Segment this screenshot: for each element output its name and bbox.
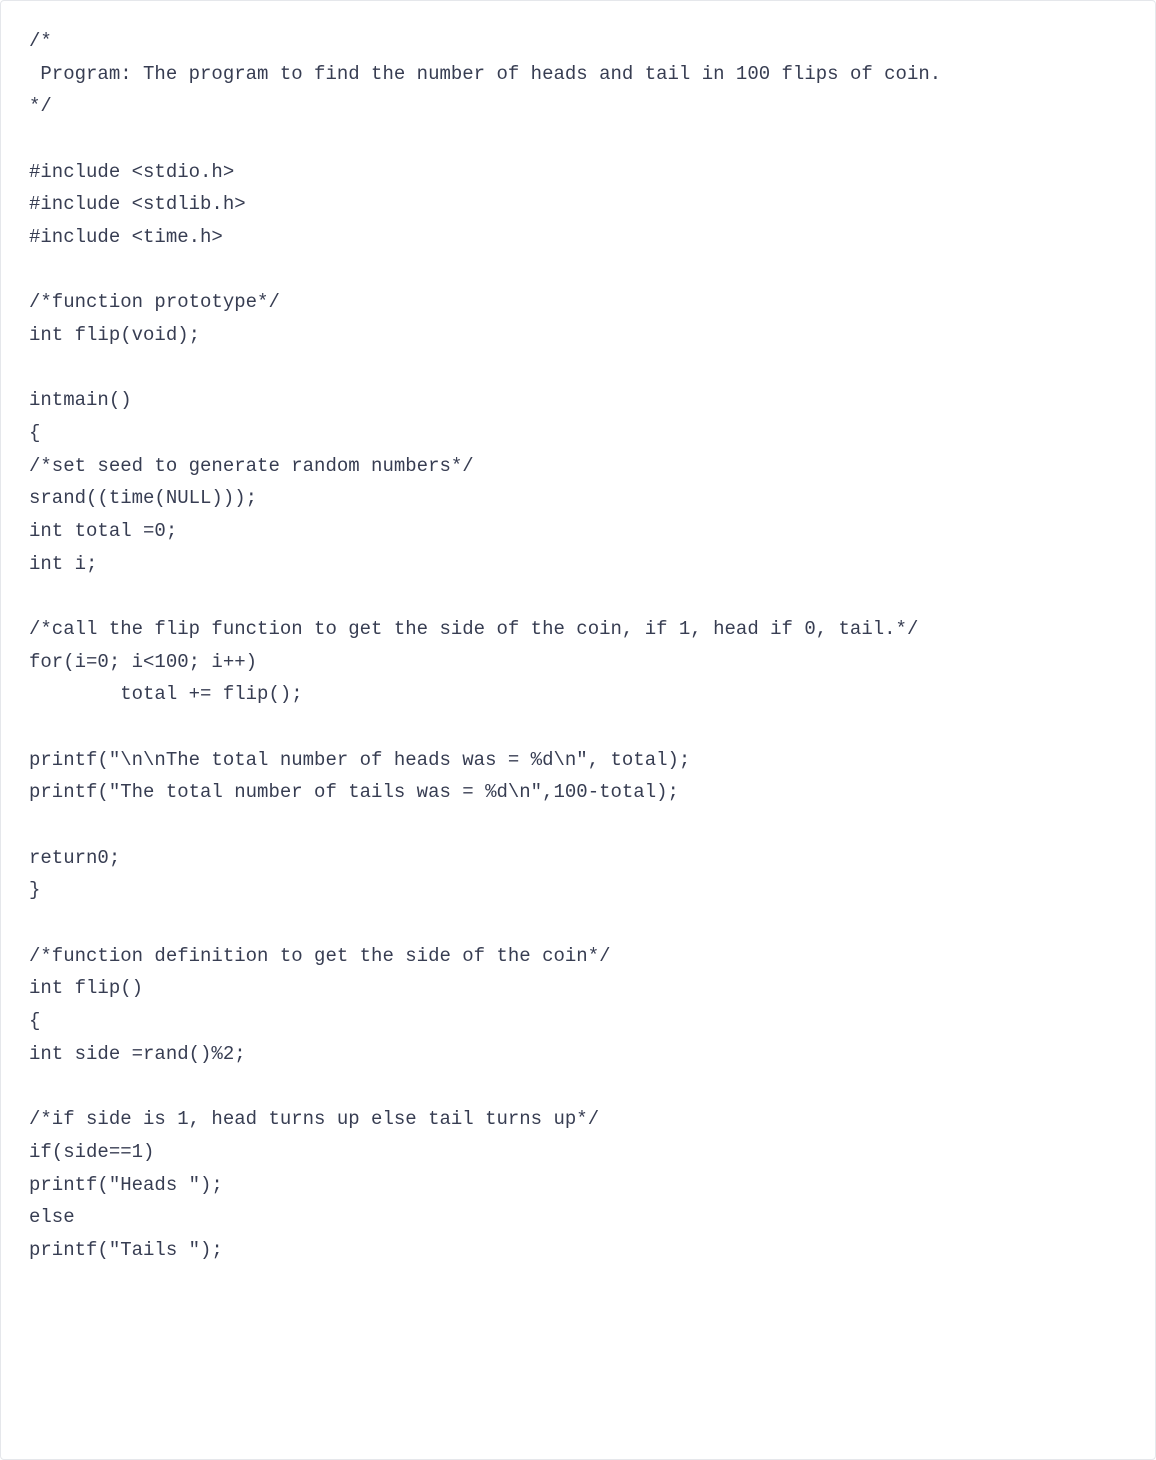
code-block: /* Program: The program to find the numb… <box>0 0 1156 1460</box>
